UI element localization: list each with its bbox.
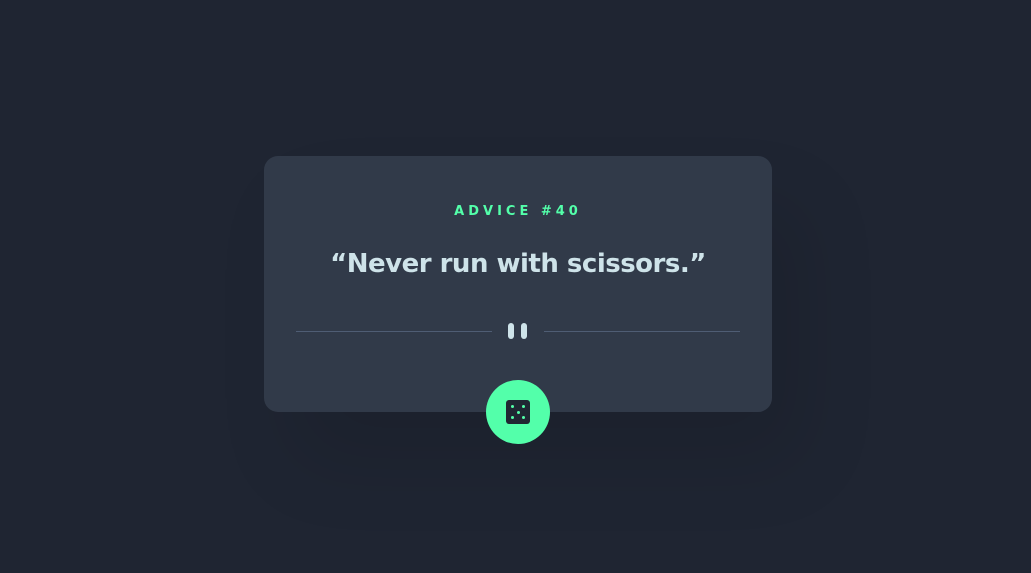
divider-line-right bbox=[544, 331, 740, 332]
dice-icon bbox=[506, 400, 530, 424]
divider bbox=[296, 321, 740, 343]
advice-quote: “Never run with scissors.” bbox=[330, 249, 706, 279]
divider-line-left bbox=[296, 331, 492, 332]
advice-card: ADVICE #40 “Never run with scissors.” bbox=[264, 156, 772, 412]
new-advice-button[interactable] bbox=[486, 380, 550, 444]
pause-icon bbox=[507, 323, 529, 341]
advice-number: ADVICE #40 bbox=[454, 204, 582, 219]
